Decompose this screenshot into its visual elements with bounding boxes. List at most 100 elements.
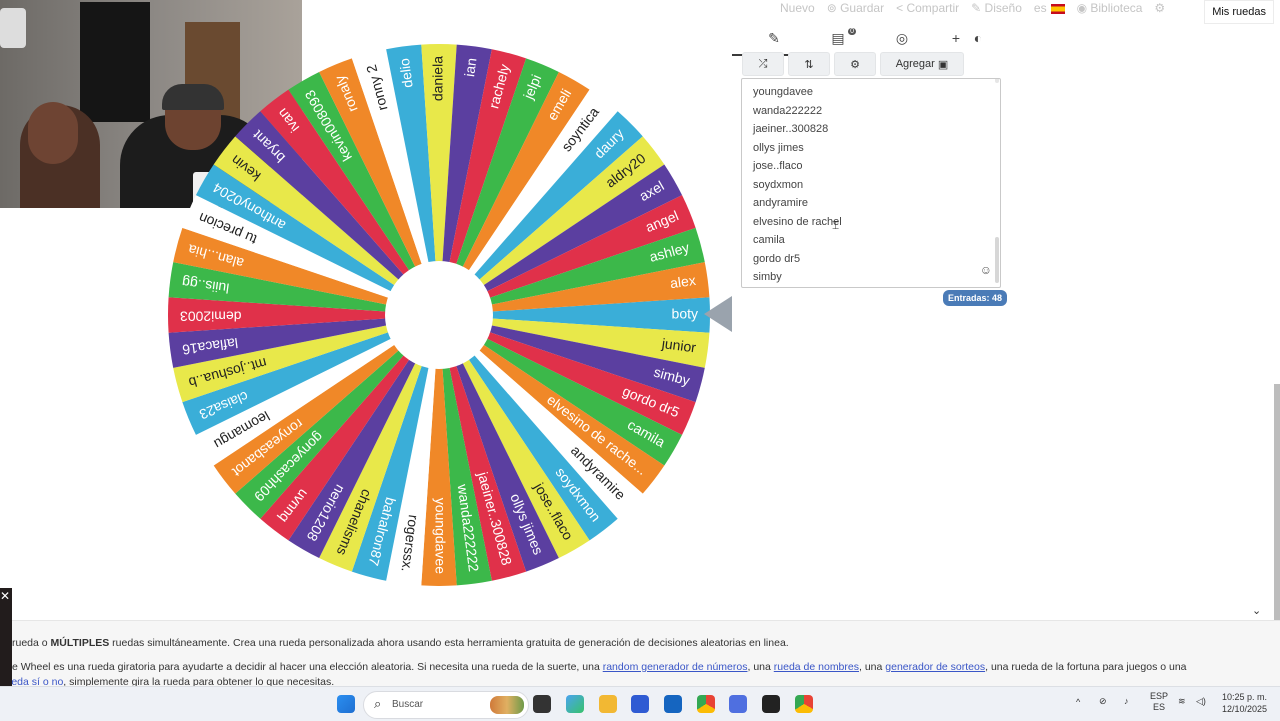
agregar-button[interactable]: Agregar ▣	[880, 52, 964, 76]
info-text: , una rueda de la fortuna para juegos o …	[985, 661, 1187, 673]
obs-icon[interactable]	[762, 695, 780, 713]
close-icon[interactable]: ✕	[0, 589, 10, 603]
gear-icon: ⚙	[850, 58, 860, 71]
entry-item[interactable]: soydxmon	[753, 176, 842, 195]
lang-bottom: ES	[1153, 702, 1166, 712]
wheel-pointer	[704, 296, 732, 332]
entries-scroll-top	[995, 79, 999, 83]
wheel-segment-label: alex	[669, 272, 697, 291]
file-explorer-icon[interactable]	[599, 695, 617, 713]
clock-date: 12/10/2025	[1222, 704, 1268, 714]
random-number-link[interactable]: random generador de números	[603, 661, 748, 673]
entry-item[interactable]: camila	[753, 231, 842, 250]
shuffle-button[interactable]: ⤮	[742, 52, 784, 76]
wheel-container[interactable]: boty junior simby gordo dr5 camila elvesino d…	[168, 43, 710, 586]
wifi-icon[interactable]: ≋	[1178, 696, 1186, 707]
wheel-segment-label: ian	[461, 57, 479, 78]
store-icon[interactable]	[631, 695, 649, 713]
diseno-label: Diseño	[984, 1, 1022, 15]
clock-time: 10:25 p. m.	[1222, 692, 1268, 702]
webcam-person-left-head	[28, 102, 78, 164]
info-paragraph-2: e Wheel es una rueda giratoria para ayud…	[12, 661, 1187, 673]
wheel-thumbnail-icon[interactable]: ◐	[966, 30, 990, 50]
entry-item[interactable]: wanda222222	[753, 102, 842, 121]
guardar-label: Guardar	[840, 1, 885, 15]
mis-ruedas-button[interactable]: Mis ruedas	[1204, 0, 1274, 24]
widgets-icon[interactable]	[566, 695, 584, 713]
microphone-icon[interactable]: ♪	[1124, 696, 1129, 706]
language-label: es	[1033, 1, 1047, 15]
search-icon: ⌕	[374, 696, 382, 711]
nuevo-link[interactable]: Nuevo	[780, 1, 815, 15]
info-paragraph-1: rueda o MÚLTIPLES ruedas simultáneamente…	[12, 637, 789, 649]
settings-icon[interactable]: ⚙	[1154, 1, 1165, 15]
info-text: rueda o	[12, 637, 51, 649]
entry-item[interactable]: andyramire	[753, 194, 842, 213]
spin-wheel[interactable]: botyjuniorsimbygordo dr5camilaelvesino d…	[168, 43, 710, 586]
info-text: ruedas simultáneamente. Crea una rueda p…	[109, 637, 789, 649]
mouse-cursor-icon: ⌶	[832, 218, 840, 232]
wheel-center[interactable]	[385, 261, 493, 369]
page-scrollbar[interactable]	[1274, 384, 1280, 620]
biblioteca-label: Biblioteca	[1090, 1, 1143, 15]
spain-flag-icon	[1050, 3, 1065, 14]
chrome-active-icon[interactable]	[795, 695, 813, 713]
entry-item[interactable]: jose..flaco	[753, 157, 842, 176]
entry-item[interactable]: youngdavee	[753, 83, 842, 102]
taskbar-clock[interactable]: 10:25 p. m. 12/10/2025	[1222, 691, 1267, 715]
chevron-up-icon[interactable]: ^	[1076, 697, 1080, 707]
language-indicator[interactable]: ESP ES	[1150, 691, 1168, 713]
task-view-icon[interactable]	[533, 695, 551, 713]
volume-icon[interactable]: ◁)	[1196, 696, 1206, 707]
diseno-link[interactable]: ✎ Diseño	[971, 1, 1022, 15]
outlook-icon[interactable]	[664, 695, 682, 713]
sort-icon: ⇅	[804, 58, 814, 71]
edit-tab-pencil-icon[interactable]: ✎	[732, 30, 816, 56]
chrome-icon[interactable]	[697, 695, 715, 713]
compartir-label: Compartir	[906, 1, 960, 15]
settings-button[interactable]: ⚙	[834, 52, 876, 76]
copilot-icon[interactable]	[729, 695, 747, 713]
entries-toolbar: ⤮ ⇅ ⚙ Agregar ▣	[742, 52, 964, 76]
wheel-segment-label: youngdavee	[432, 498, 448, 575]
entry-item[interactable]: ollys jimes	[753, 139, 842, 158]
compartir-link[interactable]: < Compartir	[896, 1, 959, 15]
results-badge: 0	[848, 28, 856, 35]
entry-item[interactable]: elvesino de rachel	[753, 213, 842, 232]
windows-start-icon[interactable]	[337, 695, 355, 713]
entry-item[interactable]: gordo dr5	[753, 250, 842, 269]
chevron-down-icon[interactable]: ⌄	[1252, 604, 1261, 617]
info-bold: MÚLTIPLES	[50, 637, 110, 649]
emoji-icon[interactable]: ☺	[980, 263, 992, 277]
wheel-segment-label: demi2003	[180, 308, 242, 324]
guardar-link[interactable]: ⊚ Guardar	[827, 1, 884, 15]
entries-count-badge: Entradas: 48	[943, 290, 1008, 306]
webcam-logo	[0, 8, 26, 48]
wheel-segment-label: daniela	[430, 56, 446, 101]
shuffle-icon: ⤮	[758, 57, 768, 70]
entries-textarea[interactable]: youngdavee wanda222222 jaeiner..300828 olly…	[741, 78, 1001, 288]
entries-scrollbar-thumb[interactable]	[995, 237, 999, 283]
wheel-segment-label: boty	[672, 306, 698, 322]
search-placeholder: Buscar	[392, 699, 424, 710]
name-wheel-link[interactable]: rueda de nombres	[774, 661, 859, 673]
results-tab-clipboard-icon[interactable]: ▤ 0	[826, 28, 856, 50]
search-highlight-icon	[490, 696, 524, 714]
entry-item[interactable]: jaeiner..300828	[753, 120, 842, 139]
info-text: , una	[747, 661, 774, 673]
network-off-icon[interactable]: ⊘	[1099, 696, 1107, 707]
agregar-label: Agregar	[895, 58, 935, 70]
panel-tabs: ✎ ▤ 0 ◎ + ◐	[732, 26, 1000, 56]
info-text: e Wheel es una rueda giratoria para ayud…	[12, 661, 603, 673]
taskbar-search[interactable]: ⌕ Buscar	[363, 691, 529, 719]
sort-button[interactable]: ⇅	[788, 52, 830, 76]
hide-tab-eye-slash-icon[interactable]: ◎	[890, 30, 914, 50]
lang-top: ESP	[1150, 691, 1169, 701]
add-wheel-plus-icon[interactable]: +	[944, 30, 968, 50]
entry-item[interactable]: simby	[753, 268, 842, 287]
raffle-link[interactable]: generador de sorteos	[885, 661, 985, 673]
entries-list: youngdavee wanda222222 jaeiner..300828 olly…	[753, 83, 842, 287]
biblioteca-link[interactable]: ◉ Biblioteca	[1077, 1, 1143, 15]
language-selector[interactable]: es	[1034, 1, 1065, 15]
webcam-curtain	[80, 2, 150, 122]
